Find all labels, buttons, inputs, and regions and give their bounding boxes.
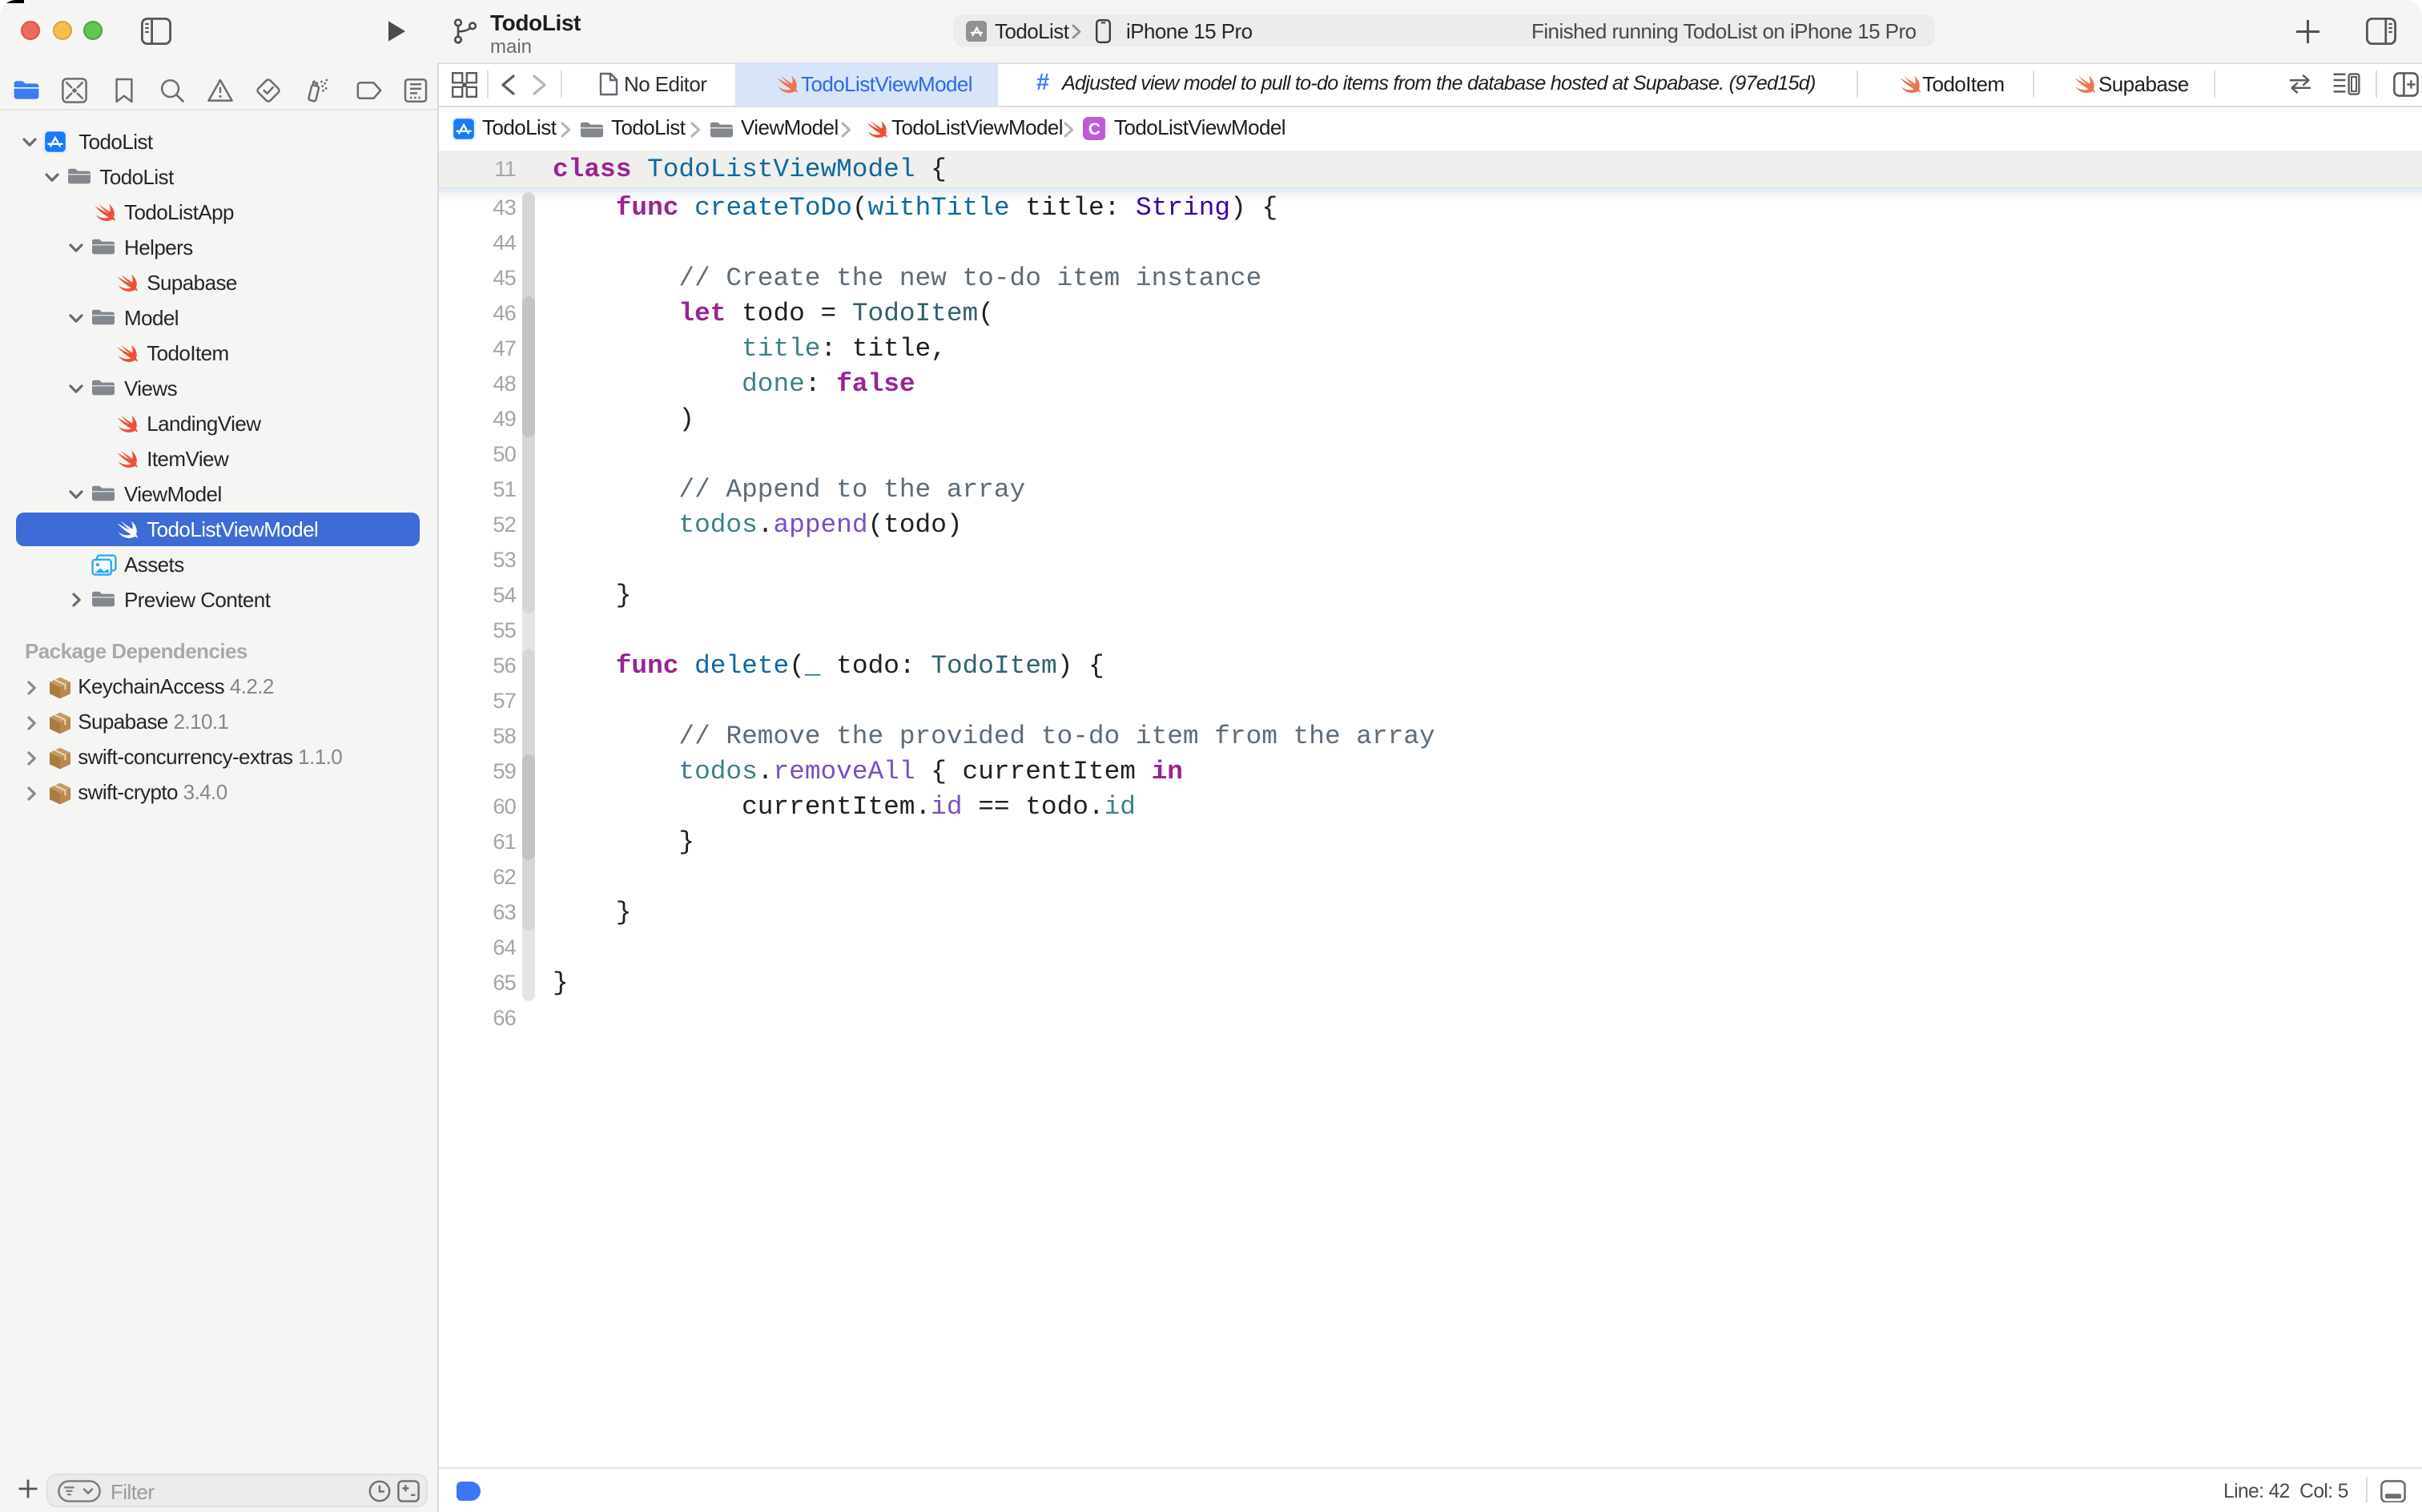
svg-text:C: C: [1088, 120, 1100, 139]
